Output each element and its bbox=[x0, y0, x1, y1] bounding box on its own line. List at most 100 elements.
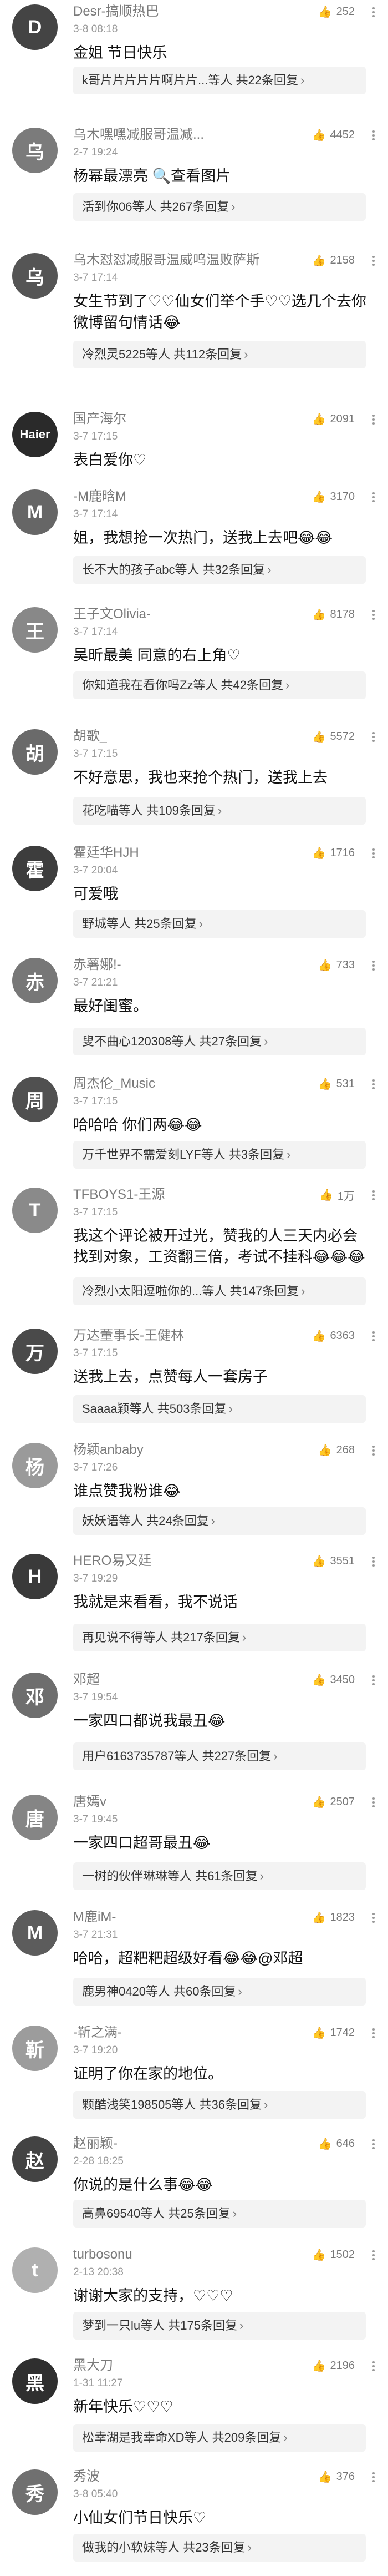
username[interactable]: 秀波 bbox=[73, 2469, 100, 2484]
avatar[interactable]: 王 bbox=[12, 607, 58, 653]
avatar[interactable]: 乌 bbox=[12, 128, 58, 173]
username[interactable]: 周杰伦_Music bbox=[73, 1077, 155, 1091]
username[interactable]: 乌木嘿嘿减服哥温减... bbox=[73, 128, 204, 142]
avatar[interactable]: Haier bbox=[12, 412, 58, 457]
like-button[interactable]: 👍 2158 bbox=[312, 253, 355, 267]
more-options-icon[interactable] bbox=[367, 254, 380, 267]
like-button[interactable]: 👍 8178 bbox=[312, 607, 355, 622]
username[interactable]: -靳之满- bbox=[73, 2026, 122, 2040]
username[interactable]: TFBOYS1-王源 bbox=[73, 1188, 165, 1202]
like-button[interactable]: 👍 376 bbox=[318, 2469, 355, 2484]
more-options-icon[interactable] bbox=[367, 1189, 380, 1202]
more-options-icon[interactable] bbox=[367, 413, 380, 426]
username[interactable]: 国产海尔 bbox=[73, 412, 126, 426]
more-options-icon[interactable] bbox=[367, 847, 380, 860]
more-options-icon[interactable] bbox=[367, 491, 380, 504]
avatar[interactable]: 周 bbox=[12, 1077, 58, 1122]
avatar[interactable]: 邓 bbox=[12, 1673, 58, 1718]
like-button[interactable]: 👍 268 bbox=[318, 1443, 355, 1457]
reply-summary-button[interactable]: 颗酷浅笑198505等人 共36条回复 › bbox=[73, 2091, 366, 2119]
reply-summary-button[interactable]: 长不大的孩子abc等人 共32条回复 › bbox=[73, 556, 366, 584]
more-options-icon[interactable] bbox=[367, 1911, 380, 1925]
username[interactable]: -M鹿晗M bbox=[73, 489, 126, 504]
more-options-icon[interactable] bbox=[367, 2138, 380, 2151]
like-button[interactable]: 👍 531 bbox=[318, 1077, 355, 1091]
reply-summary-button[interactable]: 活到你06等人 共267条回复 › bbox=[73, 193, 366, 221]
avatar[interactable]: 赤 bbox=[12, 958, 58, 1003]
username[interactable]: turbosonu bbox=[73, 2247, 132, 2262]
like-button[interactable]: 👍 3450 bbox=[312, 1673, 355, 1687]
like-button[interactable]: 👍 733 bbox=[318, 958, 355, 972]
avatar[interactable]: 万 bbox=[12, 1329, 58, 1374]
like-button[interactable]: 👍 2196 bbox=[312, 2358, 355, 2373]
username[interactable]: 杨颖anbaby bbox=[73, 1443, 144, 1457]
reply-summary-button[interactable]: k哥片片片片片啊片片...等人 共22条回复 › bbox=[73, 67, 366, 94]
like-button[interactable]: 👍 3551 bbox=[312, 1554, 355, 1568]
reply-summary-button[interactable]: 用户6163735787等人 共227条回复 › bbox=[73, 1742, 366, 1770]
reply-summary-button[interactable]: 叟不曲心120308等人 共27条回复 › bbox=[73, 1028, 366, 1055]
more-options-icon[interactable] bbox=[367, 730, 380, 744]
more-options-icon[interactable] bbox=[367, 608, 380, 622]
more-options-icon[interactable] bbox=[367, 2360, 380, 2373]
reply-summary-button[interactable]: 一树的伙伴琳琳等人 共61条回复 › bbox=[73, 1862, 366, 1890]
reply-summary-button[interactable]: 再见说不得等人 共217条回复 › bbox=[73, 1624, 366, 1651]
reply-summary-button[interactable]: 鹿男神0420等人 共60条回复 › bbox=[73, 1978, 366, 2006]
reply-summary-button[interactable]: Saaaa颖等人 共503条回复 › bbox=[73, 1395, 366, 1423]
more-options-icon[interactable] bbox=[367, 1444, 380, 1457]
avatar[interactable]: 黑 bbox=[12, 2358, 58, 2404]
like-button[interactable]: 👍 1823 bbox=[312, 1910, 355, 1925]
more-options-icon[interactable] bbox=[367, 1674, 380, 1687]
avatar[interactable]: 赵 bbox=[12, 2136, 58, 2182]
like-button[interactable]: 👍 252 bbox=[318, 4, 355, 19]
avatar[interactable]: 秀 bbox=[12, 2469, 58, 2515]
reply-summary-button[interactable]: 野城等人 共25条回复 › bbox=[73, 910, 366, 938]
reply-summary-button[interactable]: 万千世界不需爱刻LYF等人 共3条回复 › bbox=[73, 1141, 366, 1169]
username[interactable]: 霍廷华HJH bbox=[73, 846, 139, 860]
username[interactable]: 邓超 bbox=[73, 1673, 100, 1687]
like-button[interactable]: 👍 2507 bbox=[312, 1795, 355, 1809]
more-options-icon[interactable] bbox=[367, 1330, 380, 1343]
avatar[interactable]: M bbox=[12, 1910, 58, 1956]
reply-summary-button[interactable]: 花吃喵等人 共109条回复 › bbox=[73, 797, 366, 825]
username[interactable]: M鹿iM- bbox=[73, 1910, 116, 1925]
reply-summary-button[interactable]: 梦到一只lu等人 共175条回复 › bbox=[73, 2312, 366, 2340]
username[interactable]: Desr-搞顺热巴 bbox=[73, 4, 159, 19]
username[interactable]: 赵丽颖- bbox=[73, 2136, 118, 2151]
avatar[interactable]: 杨 bbox=[12, 1443, 58, 1488]
more-options-icon[interactable] bbox=[367, 2249, 380, 2262]
like-button[interactable]: 👍 1716 bbox=[312, 846, 355, 860]
avatar[interactable]: 靳 bbox=[12, 2026, 58, 2071]
avatar[interactable]: 胡 bbox=[12, 729, 58, 775]
username[interactable]: 唐嫣v bbox=[73, 1795, 106, 1809]
reply-summary-button[interactable]: 松幸湖是我幸命XD等人 共209条回复 › bbox=[73, 2424, 366, 2452]
like-button[interactable]: 👍 6363 bbox=[312, 1329, 355, 1343]
reply-summary-button[interactable]: 做我的小软妹等人 共23条回复 › bbox=[73, 2534, 366, 2562]
avatar[interactable]: M bbox=[12, 489, 58, 535]
like-button[interactable]: 👍 3170 bbox=[312, 489, 355, 504]
reply-summary-button[interactable]: 冷烈小太阳逗啦你的...等人 共147条回复 › bbox=[73, 1277, 366, 1305]
avatar[interactable]: H bbox=[12, 1554, 58, 1599]
more-options-icon[interactable] bbox=[367, 1555, 380, 1568]
more-options-icon[interactable] bbox=[367, 2027, 380, 2040]
username[interactable]: 胡歌_ bbox=[73, 729, 107, 744]
more-options-icon[interactable] bbox=[367, 2471, 380, 2484]
reply-summary-button[interactable]: 你知道我在看你吗Zz等人 共42条回复 › bbox=[73, 671, 366, 699]
username[interactable]: 王子文Olivia- bbox=[73, 607, 151, 622]
more-options-icon[interactable] bbox=[367, 959, 380, 972]
like-button[interactable]: 👍 2091 bbox=[312, 412, 355, 426]
more-options-icon[interactable] bbox=[367, 1078, 380, 1091]
avatar[interactable]: D bbox=[12, 4, 58, 50]
avatar[interactable]: T bbox=[12, 1188, 58, 1233]
reply-summary-button[interactable]: 妖妖语等人 共24条回复 › bbox=[73, 1507, 366, 1535]
like-button[interactable]: 👍 1万 bbox=[319, 1188, 355, 1203]
avatar[interactable]: 霍 bbox=[12, 846, 58, 891]
reply-summary-button[interactable]: 高鼻69540等人 共25条回复 › bbox=[73, 2200, 366, 2228]
reply-summary-button[interactable]: 冷烈灵5225等人 共112条回复 › bbox=[73, 341, 366, 368]
username[interactable]: 赤薯娜!- bbox=[73, 958, 121, 972]
like-button[interactable]: 👍 1742 bbox=[312, 2026, 355, 2040]
like-button[interactable]: 👍 5572 bbox=[312, 729, 355, 744]
more-options-icon[interactable] bbox=[367, 6, 380, 19]
like-button[interactable]: 👍 4452 bbox=[312, 128, 355, 142]
avatar[interactable]: t bbox=[12, 2247, 58, 2293]
more-options-icon[interactable] bbox=[367, 129, 380, 142]
